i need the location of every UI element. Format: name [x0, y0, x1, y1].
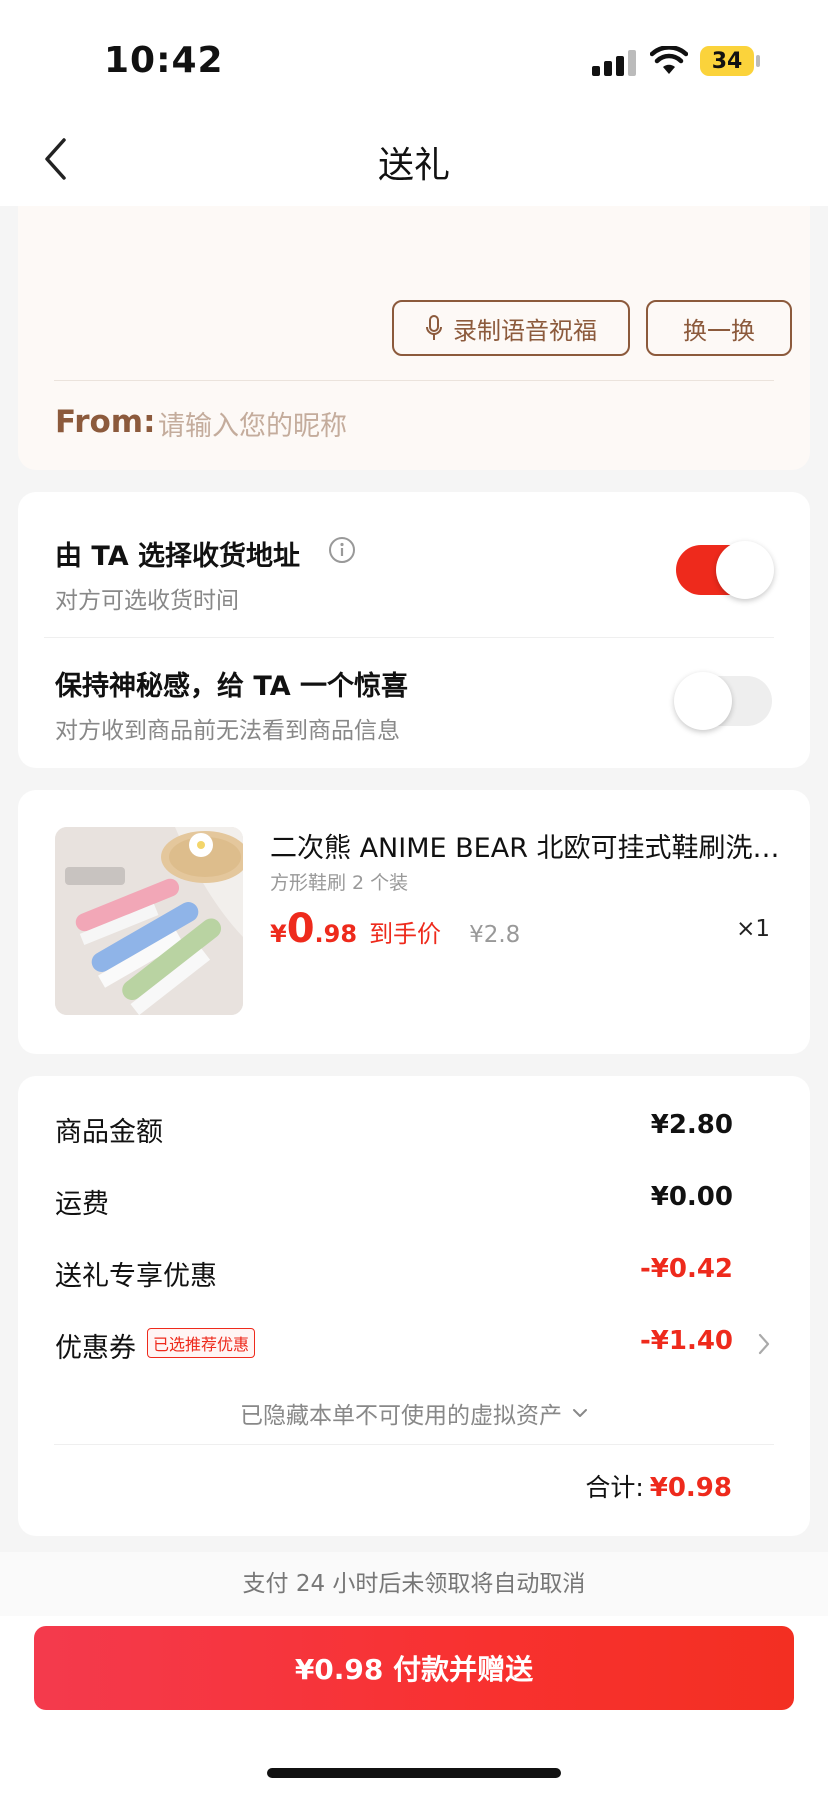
price-decimal: .98: [314, 920, 358, 948]
order-total: 合计: ¥0.98: [585, 1468, 732, 1504]
shipping-label: 运费: [55, 1189, 109, 1220]
from-label: From:: [55, 404, 156, 440]
change-message-button[interactable]: 换一换: [646, 300, 792, 356]
page-title: 送礼: [377, 145, 450, 186]
nav-bar: 送礼: [0, 110, 828, 206]
shipping-value: ¥0.00: [650, 1182, 733, 1212]
product-quantity: ×1: [736, 916, 770, 942]
coupon-value: -¥1.40: [639, 1326, 733, 1356]
info-icon[interactable]: [328, 536, 356, 564]
surprise-option-subtitle: 对方收到商品前无法看到商品信息: [55, 718, 400, 744]
coupon-badge: 已选推荐优惠: [147, 1328, 256, 1358]
order-summary-card: 商品金额 ¥2.80 运费 ¥0.00 送礼专享优惠 -¥0.42 优惠券 已选…: [18, 1076, 810, 1536]
total-label: 合计:: [585, 1473, 644, 1502]
address-option-title: 由 TA 选择收货地址: [55, 541, 301, 572]
battery-icon: 34: [700, 46, 754, 76]
divider: [54, 380, 774, 381]
chevron-down-icon: [573, 1409, 587, 1417]
record-voice-label: 录制语音祝福: [453, 316, 597, 345]
final-price-tag: 到手价: [369, 920, 442, 948]
goods-amount-value: ¥2.80: [650, 1110, 733, 1140]
total-value: ¥0.98: [649, 1473, 732, 1503]
original-price: ¥2.8: [469, 922, 521, 948]
summary-row-gift-discount: 送礼专享优惠 -¥0.42: [55, 1254, 773, 1294]
summary-row-shipping: 运费 ¥0.00: [55, 1182, 773, 1222]
address-toggle[interactable]: [676, 541, 774, 599]
hidden-assets-label: 已隐藏本单不可使用的虚拟资产: [240, 1403, 562, 1429]
summary-row-goods: 商品金额 ¥2.80: [55, 1110, 773, 1150]
battery-cap: [756, 55, 760, 67]
cellular-signal-icon: [592, 50, 636, 76]
product-name[interactable]: 二次熊 ANIME BEAR 北欧可挂式鞋刷洗鞋刷: [270, 826, 790, 865]
product-price: ¥ 0 .98 到手价 ¥2.8: [270, 906, 520, 952]
pay-and-gift-button[interactable]: ¥0.98 付款并赠送: [34, 1626, 794, 1710]
product-card[interactable]: 二次熊 ANIME BEAR 北欧可挂式鞋刷洗鞋刷 方形鞋刷 2 个装 ¥ 0 …: [18, 790, 810, 1054]
gift-discount-value: -¥0.42: [639, 1254, 733, 1284]
surprise-toggle[interactable]: [674, 672, 772, 730]
divider: [44, 637, 774, 638]
product-image[interactable]: [55, 827, 243, 1015]
gift-options-card: 由 TA 选择收货地址 对方可选收货时间 保持神秘感，给 TA 一个惊喜 对方收…: [18, 492, 810, 768]
address-option-subtitle: 对方可选收货时间: [55, 588, 239, 614]
record-voice-button[interactable]: 录制语音祝福: [392, 300, 630, 356]
bottom-bar: ¥0.98 付款并赠送: [0, 1616, 828, 1796]
home-indicator: [267, 1768, 561, 1778]
toggle-knob: [674, 672, 732, 730]
toggle-knob: [716, 541, 774, 599]
gift-discount-label: 送礼专享优惠: [55, 1261, 217, 1292]
price-symbol: ¥: [270, 920, 287, 948]
auto-cancel-notice: 支付 24 小时后未领取将自动取消: [0, 1552, 828, 1616]
coupon-label: 优惠券: [55, 1333, 136, 1364]
goods-amount-label: 商品金额: [55, 1117, 163, 1148]
wifi-icon: [650, 46, 688, 74]
status-time: 10:42: [104, 40, 224, 81]
price-integer: 0: [286, 906, 315, 952]
product-spec: 方形鞋刷 2 个装: [270, 872, 409, 894]
nickname-input[interactable]: [158, 404, 758, 448]
chevron-right-icon[interactable]: [757, 1332, 771, 1356]
divider: [54, 1444, 774, 1445]
summary-row-coupon[interactable]: 优惠券 已选推荐优惠 -¥1.40: [55, 1326, 773, 1366]
status-bar: 10:42 34: [0, 0, 828, 110]
hidden-assets-toggle[interactable]: 已隐藏本单不可使用的虚拟资产: [18, 1396, 810, 1430]
microphone-icon: [426, 315, 442, 340]
surprise-option-title: 保持神秘感，给 TA 一个惊喜: [55, 671, 409, 702]
gift-message-card: 录制语音祝福 换一换 From:: [18, 206, 810, 470]
